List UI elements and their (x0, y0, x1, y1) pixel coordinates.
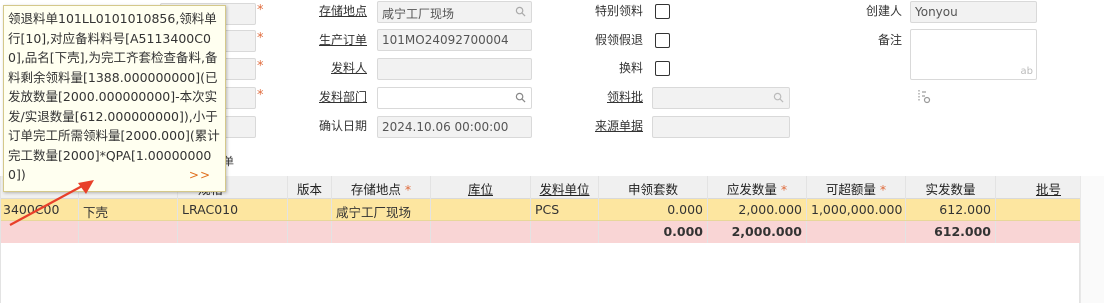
confirm-date-label: 确认日期 (319, 119, 368, 133)
col-version-label: 版本 (296, 182, 322, 197)
material-grid: 规格 版本 存储地点 * 库位 发料单位 申领套数 应发数量 * 可超额量 * … (0, 176, 1081, 303)
col-version[interactable]: 版本 (288, 176, 332, 199)
storage-location-value: 咸宁工厂现场 (382, 7, 455, 21)
tooltip-text: 领退料单101LL0101010856,领料单行[10],对应备料料号[A511… (8, 11, 220, 182)
cell-bin[interactable] (431, 199, 531, 220)
cell-actual-qty[interactable]: 612.000 (906, 199, 996, 220)
total-actual-qty: 612.000 (906, 221, 996, 243)
production-order-field[interactable]: 101MO24092700004 (377, 29, 532, 51)
required-star: * (257, 59, 264, 74)
special-issue-label: 特别领料 (595, 4, 644, 18)
total-cell (431, 221, 531, 243)
search-icon[interactable] (515, 6, 526, 17)
total-row: 0.000 2,000.000 612.000 (1, 221, 1081, 243)
total-cell (996, 221, 1081, 243)
cell-version[interactable] (288, 199, 332, 220)
col-sets[interactable]: 申领套数 (599, 176, 708, 199)
col-over-qty[interactable]: 可超额量 * (807, 176, 906, 199)
issuer-label[interactable]: 发料人 (331, 59, 367, 76)
col-bin[interactable]: 库位 (431, 176, 531, 199)
remarks-label: 备注 (878, 33, 903, 47)
cell-sets[interactable]: 0.000 (599, 199, 708, 220)
source-doc-label[interactable]: 来源单据 (595, 117, 643, 134)
required-star: * (257, 88, 264, 103)
total-cell (288, 221, 332, 243)
creator-value: Yonyou (915, 5, 958, 19)
confirm-date-field: 2024.10.06 00:00:00 (377, 116, 532, 138)
col-storage-label: 存储地点 (350, 182, 401, 197)
annotation-arrow-icon (9, 180, 94, 226)
issue-batch-label[interactable]: 领料批 (607, 88, 643, 105)
total-cell (178, 221, 288, 243)
col-due-qty-label: 应发数量 (726, 182, 777, 197)
total-cell (807, 221, 906, 243)
creator-field: Yonyou (910, 1, 1037, 23)
cell-spec[interactable]: LRAC010 (178, 199, 288, 220)
creator-label: 创建人 (866, 4, 903, 18)
col-unit[interactable]: 发料单位 (531, 176, 599, 199)
remarks-placeholder: ab (1020, 66, 1033, 77)
total-due-qty: 2,000.000 (708, 221, 807, 243)
special-issue-checkbox[interactable] (655, 4, 670, 19)
table-row[interactable]: 3400C00 下壳 LRAC010 咸宁工厂现场 PCS 0.000 2,00… (1, 199, 1081, 221)
tooltip-more-link[interactable]: >> (189, 166, 211, 186)
search-icon[interactable] (515, 92, 526, 103)
cell-due-qty[interactable]: 2,000.000 (708, 199, 807, 220)
issue-dept-field[interactable] (377, 87, 532, 109)
storage-location-label[interactable]: 存储地点 (319, 2, 367, 19)
total-sets: 0.000 (599, 221, 708, 243)
issue-dept-label[interactable]: 发料部门 (319, 88, 367, 105)
col-bin-label: 库位 (467, 182, 493, 197)
attachment-icon[interactable] (917, 88, 931, 104)
col-actual-qty[interactable]: 实发数量 (906, 176, 996, 199)
col-lot[interactable]: 批号 (996, 176, 1081, 199)
validation-tooltip: 领退料单101LL0101010856,领料单行[10],对应备料料号[A511… (3, 5, 226, 192)
required-star: * (257, 31, 264, 46)
storage-location-field[interactable]: 咸宁工厂现场 (377, 1, 532, 23)
fake-return-label: 假领假退 (595, 33, 644, 47)
total-cell (531, 221, 599, 243)
col-lot-label: 批号 (1035, 182, 1061, 197)
source-doc-field (652, 116, 790, 138)
required-star: * (257, 3, 264, 18)
cell-unit[interactable]: PCS (531, 199, 599, 220)
grid-vertical-scrollbar[interactable] (1080, 176, 1104, 303)
total-cell (332, 221, 431, 243)
cell-lot[interactable] (996, 199, 1081, 220)
fake-return-checkbox[interactable] (655, 33, 670, 48)
issuer-field[interactable] (377, 58, 532, 80)
col-storage[interactable]: 存储地点 * (332, 176, 431, 199)
col-unit-label: 发料单位 (539, 182, 590, 197)
cell-storage[interactable]: 咸宁工厂现场 (332, 199, 431, 220)
col-over-qty-label: 可超额量 (825, 182, 876, 197)
col-actual-qty-label: 实发数量 (925, 182, 976, 197)
col-due-qty[interactable]: 应发数量 * (708, 176, 807, 199)
cell-over-qty[interactable]: 1,000,000.000 (807, 199, 906, 220)
confirm-date-value: 2024.10.06 00:00:00 (382, 120, 509, 134)
col-sets-label: 申领套数 (627, 182, 678, 197)
remarks-textarea[interactable]: ab (910, 29, 1037, 80)
production-order-label[interactable]: 生产订单 (319, 31, 367, 48)
search-icon[interactable] (773, 92, 784, 103)
exchange-checkbox[interactable] (655, 61, 670, 76)
production-order-value: 101MO24092700004 (382, 33, 509, 47)
issue-batch-field[interactable] (652, 87, 790, 109)
exchange-label: 换料 (619, 61, 644, 75)
